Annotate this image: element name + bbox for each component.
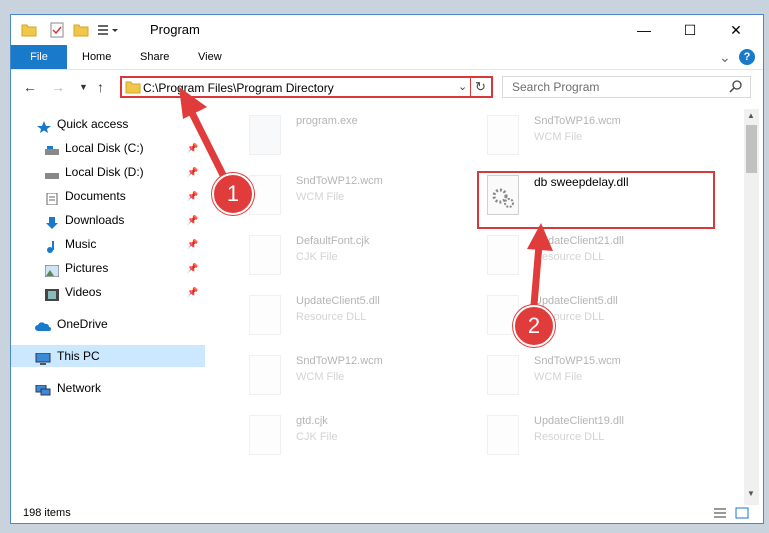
callout-2: 2 (513, 305, 555, 347)
arrow-2-head (527, 223, 553, 251)
explorer-window: Program — ☐ ✕ File Home Share View ⌄ ? ←… (10, 14, 764, 524)
arrow-annotations (179, 87, 553, 318)
callout-1: 1 (212, 173, 254, 215)
